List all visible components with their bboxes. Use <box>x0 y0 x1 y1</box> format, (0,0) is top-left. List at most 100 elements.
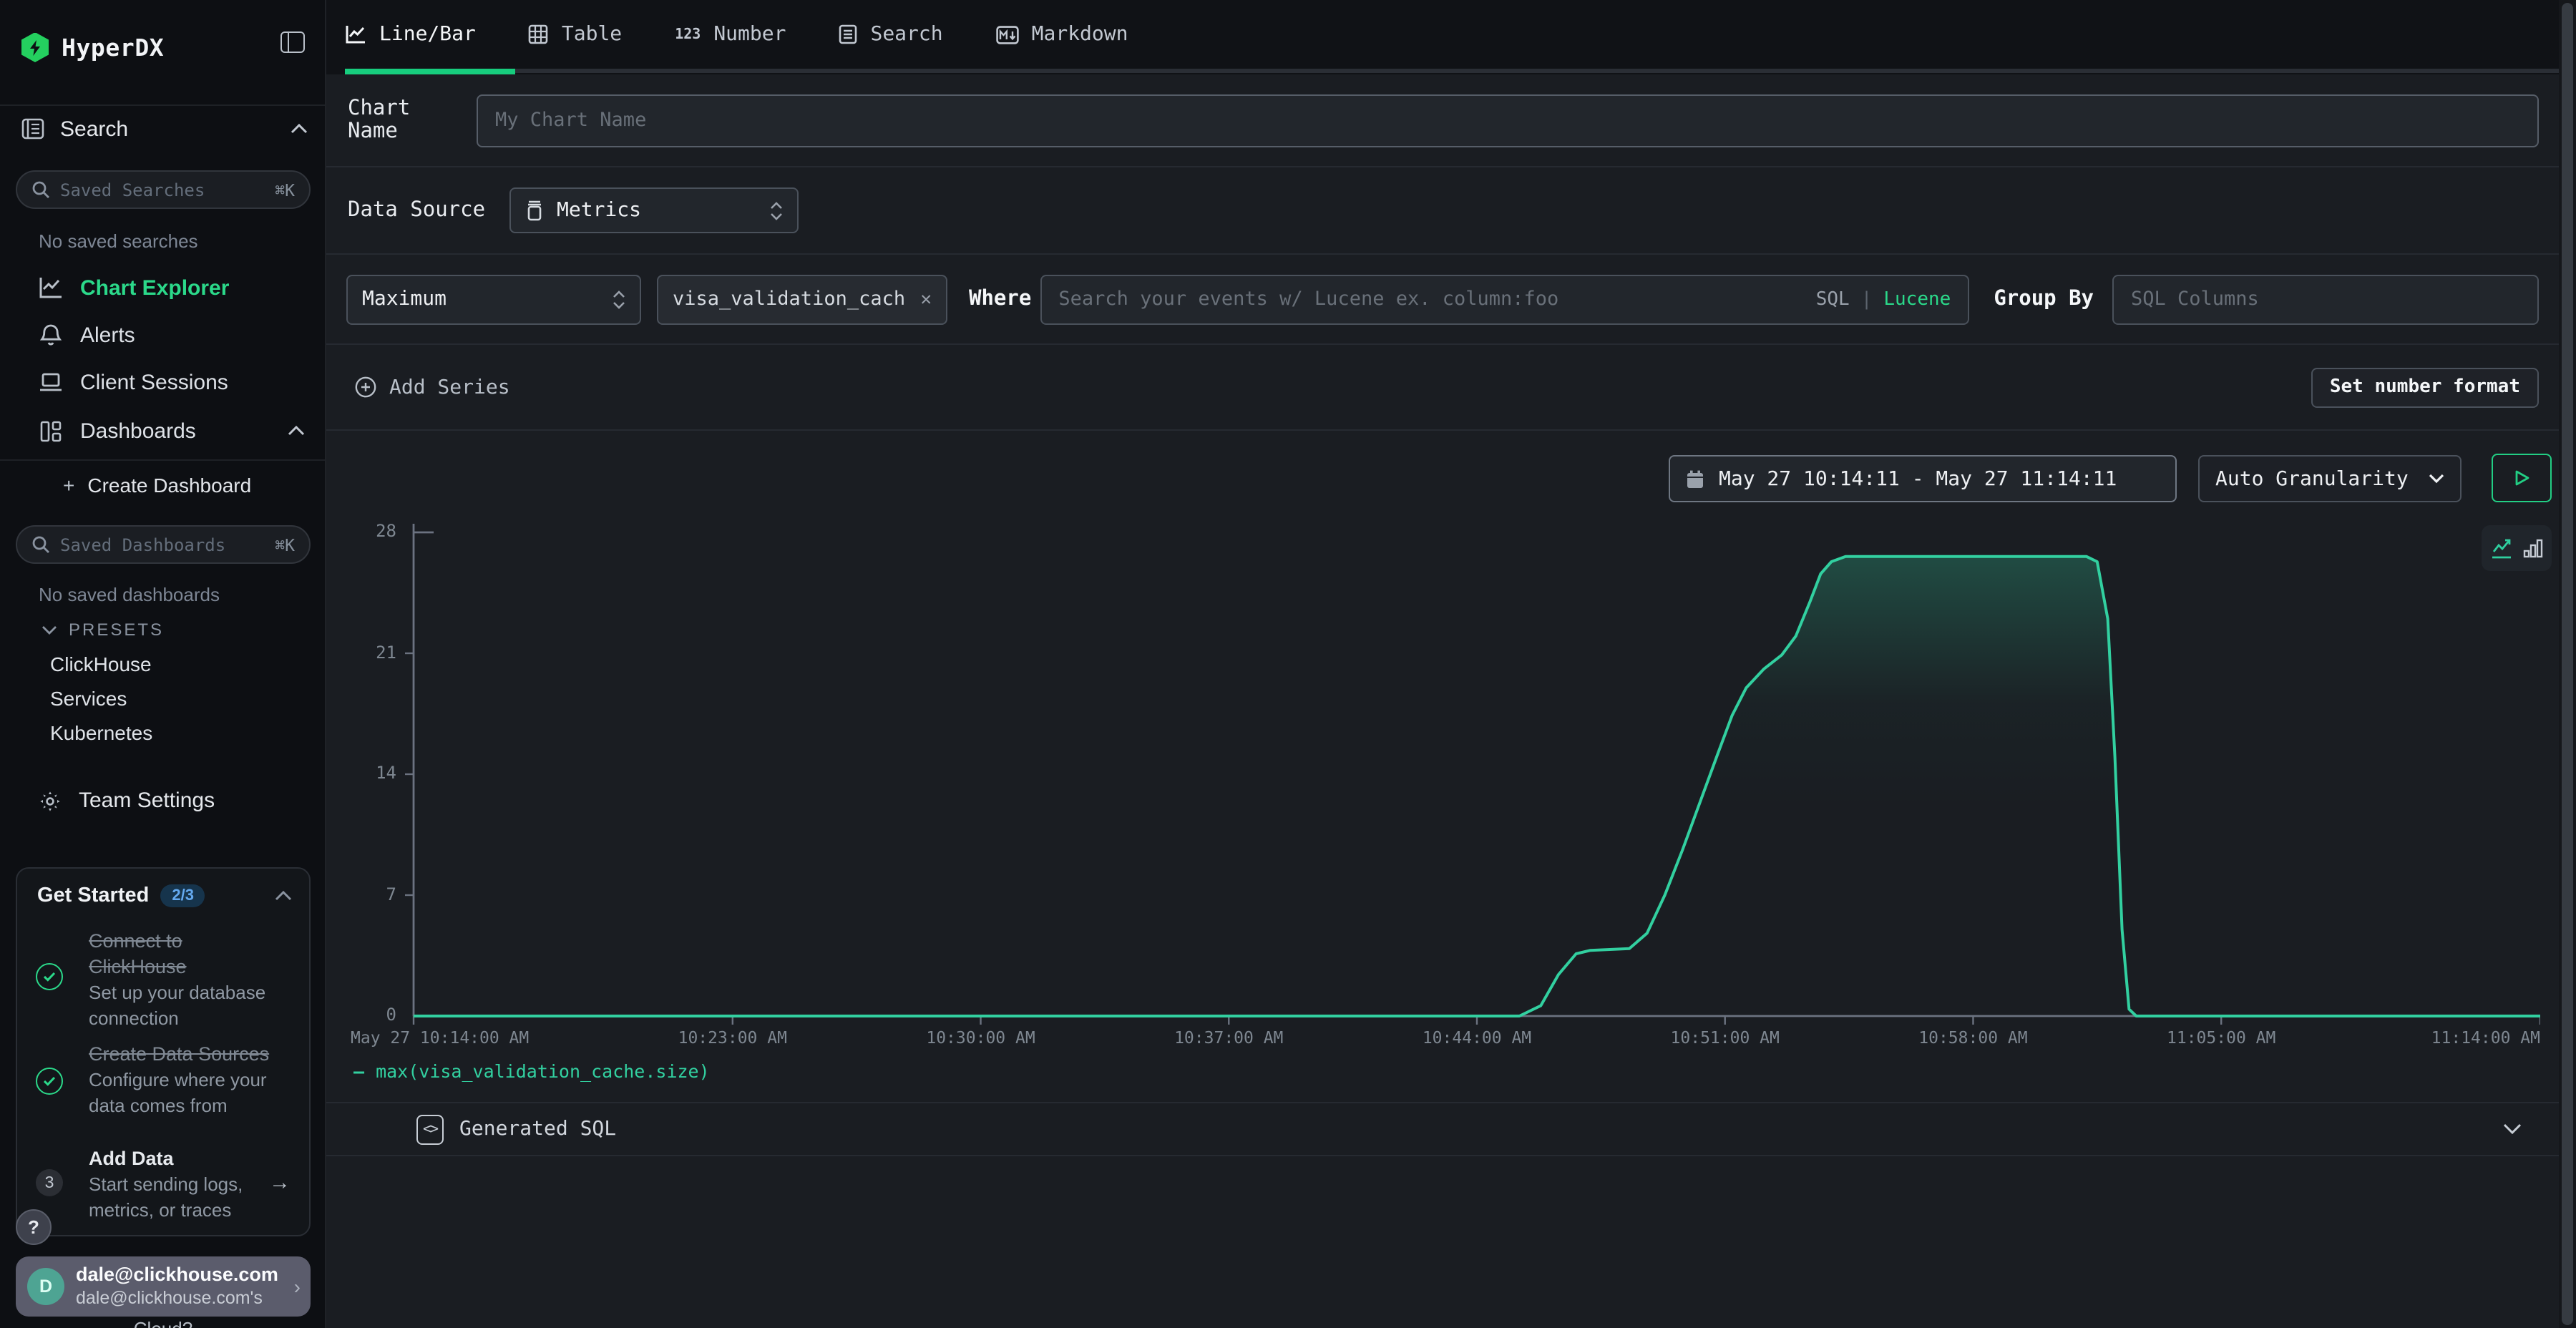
timeseries-chart[interactable] <box>405 515 2540 1033</box>
date-range-picker[interactable]: May 27 10:14:11 - May 27 11:14:11 <box>1669 455 2177 502</box>
get-started-card: Get Started 2/3 Connect to ClickHouse Se… <box>16 867 311 1236</box>
y-tick-label: 0 <box>339 1005 396 1025</box>
scrollbar-thumb[interactable] <box>2562 3 2573 1325</box>
number-123-icon: 123 <box>675 26 701 42</box>
document-list-icon <box>839 24 857 44</box>
group-by-input[interactable] <box>2114 288 2537 311</box>
tab-line-bar[interactable]: Line/Bar <box>345 23 476 46</box>
where-label: Where <box>969 288 1031 311</box>
y-tick-label: 7 <box>339 884 396 904</box>
section-label: Search <box>60 117 128 141</box>
divider <box>0 104 325 106</box>
aggregation-select[interactable]: Maximum <box>346 274 641 324</box>
chart-name-label: Chart Name <box>348 97 459 143</box>
chevron-up-icon[interactable] <box>275 890 292 902</box>
add-series-button[interactable]: Add Series <box>355 376 510 399</box>
where-input-box: SQL | Lucene <box>1040 274 1969 324</box>
help-button[interactable]: ? <box>16 1209 52 1245</box>
set-number-format-button[interactable]: Set number format <box>2311 367 2539 407</box>
check-circle-icon <box>36 963 63 990</box>
sidebar-item-label: Chart Explorer <box>80 275 229 300</box>
step-title: Create Data Sources <box>89 1042 280 1068</box>
chevron-down-icon <box>2429 474 2444 484</box>
sidebar-item-team-settings[interactable]: Team Settings <box>39 788 215 813</box>
chevron-right-icon: › <box>294 1275 301 1298</box>
gear-icon <box>39 789 62 812</box>
sql-mode-toggle[interactable]: SQL <box>1816 288 1850 310</box>
table-icon <box>529 24 549 44</box>
sidebar-item-client-sessions[interactable]: Client Sessions <box>0 361 325 404</box>
get-started-title: Get Started <box>37 884 149 907</box>
step-title: Add Data <box>89 1146 280 1172</box>
granularity-select[interactable]: Auto Granularity <box>2198 455 2462 502</box>
mode-separator: | <box>1861 288 1873 310</box>
add-series-row: Add Series Set number format <box>326 345 2559 431</box>
data-source-select[interactable]: Metrics <box>509 187 799 233</box>
database-icon <box>525 200 544 221</box>
generated-sql-row[interactable]: <> Generated SQL <box>326 1103 2559 1156</box>
no-saved-searches-text: No saved searches <box>39 230 198 252</box>
chart-name-input[interactable] <box>478 109 2537 132</box>
saved-dashboards-placeholder: Saved Dashboards <box>60 534 265 555</box>
code-icon: <> <box>416 1114 444 1144</box>
chevron-down-icon[interactable] <box>2503 1123 2522 1135</box>
sidebar-item-alerts[interactable]: Alerts <box>0 313 325 356</box>
select-updown-icon <box>613 290 625 308</box>
sidebar-section-search[interactable]: Search <box>21 112 308 146</box>
y-tick-label: 28 <box>339 521 396 541</box>
saved-dashboards-input[interactable]: Saved Dashboards ⌘K <box>16 525 311 564</box>
plus-circle-icon <box>355 376 376 398</box>
chart-legend[interactable]: — max(visa_validation_cache.size) <box>353 1060 710 1082</box>
tab-markdown[interactable]: Markdown <box>996 23 1128 46</box>
search-panel-icon <box>21 117 44 140</box>
create-dashboard-button[interactable]: +Create Dashboard <box>63 474 251 497</box>
where-input[interactable] <box>1041 288 1815 311</box>
lucene-mode-toggle[interactable]: Lucene <box>1883 288 1951 310</box>
shortcut-badge: ⌘K <box>275 180 295 200</box>
scrollbar[interactable] <box>2559 0 2576 1328</box>
user-menu[interactable]: D dale@clickhouse.com dale@clickhouse.co… <box>16 1256 311 1317</box>
dashboard-grid-icon <box>39 420 63 441</box>
metric-field-tag[interactable]: visa_validation_cach ✕ <box>657 274 947 324</box>
preset-kubernetes[interactable]: Kubernetes <box>50 721 152 744</box>
active-tab-indicator <box>345 68 515 74</box>
sidebar-item-chart-explorer[interactable]: Chart Explorer <box>0 266 325 309</box>
chart-panel: May 27 10:14:11 - May 27 11:14:11 Auto G… <box>326 431 2559 1103</box>
chevron-up-icon[interactable] <box>288 425 305 436</box>
saved-searches-placeholder: Saved Searches <box>60 180 265 200</box>
preset-services[interactable]: Services <box>50 687 127 710</box>
step-title: Connect to ClickHouse <box>89 929 280 980</box>
chevron-up-icon[interactable] <box>291 123 308 135</box>
tab-label: Markdown <box>1032 23 1128 46</box>
step-number-badge: 3 <box>36 1169 63 1196</box>
play-icon <box>2514 469 2529 487</box>
preset-clickhouse[interactable]: ClickHouse <box>50 653 152 675</box>
chart-line-icon <box>39 276 63 299</box>
x-tick-label: 10:23:00 AM <box>678 1027 787 1048</box>
cutoff-text: Cloud? <box>0 1318 326 1328</box>
tab-number[interactable]: 123 Number <box>675 23 786 46</box>
x-tick-label: 10:58:00 AM <box>1918 1027 2027 1048</box>
run-query-button[interactable] <box>2492 454 2552 502</box>
sidebar: HyperDX Search Saved Searches ⌘K No save… <box>0 0 326 1328</box>
main-content: Line/Bar Table 123 Number Search <box>326 0 2559 1328</box>
divider <box>0 459 325 461</box>
tab-search[interactable]: Search <box>839 23 942 46</box>
y-tick-label: 14 <box>339 763 396 783</box>
laptop-icon <box>39 372 63 392</box>
bell-icon <box>39 323 63 346</box>
granularity-value: Auto Granularity <box>2215 467 2409 490</box>
sidebar-collapse-icon[interactable] <box>280 31 305 53</box>
brand-logo[interactable]: HyperDX <box>21 26 164 69</box>
sidebar-item-label: Client Sessions <box>80 370 228 394</box>
tab-table[interactable]: Table <box>529 23 622 46</box>
markdown-icon <box>996 25 1019 44</box>
sidebar-item-dashboards[interactable]: Dashboards <box>0 409 325 452</box>
search-icon <box>31 180 50 199</box>
metric-field-name: visa_validation_cach <box>673 288 907 311</box>
presets-header[interactable]: PRESETS <box>42 620 164 640</box>
remove-tag-icon[interactable]: ✕ <box>920 288 932 310</box>
brand-name: HyperDX <box>62 34 164 61</box>
saved-searches-input[interactable]: Saved Searches ⌘K <box>16 170 311 209</box>
x-tick-label: 10:37:00 AM <box>1174 1027 1283 1048</box>
